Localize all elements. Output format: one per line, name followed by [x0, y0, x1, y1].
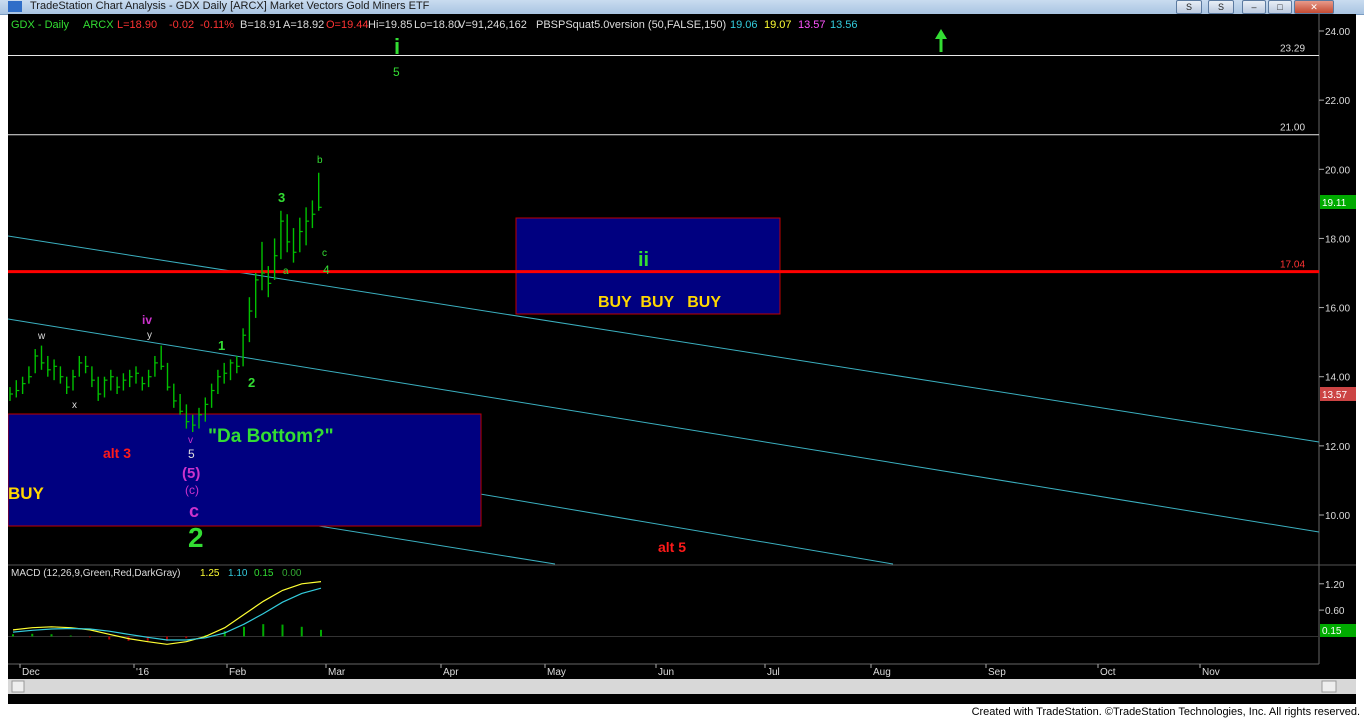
macd-axis-tick-label: 1.20	[1325, 580, 1345, 591]
macd-line	[12, 581, 322, 645]
scroll-right-button[interactable]	[1321, 680, 1337, 693]
study-value-2: 19.07	[764, 19, 792, 31]
wave-label-ii: ii	[638, 249, 649, 271]
change-percent: -0.11%	[200, 19, 234, 31]
price-axis-tick-label: 20.00	[1325, 165, 1350, 176]
price-axis-tick-label: 12.00	[1325, 442, 1350, 453]
window-titlebar: TradeStation Chart Analysis - GDX Daily …	[0, 0, 1364, 15]
buy-buy-buy-annotation: BUY BUY BUY	[598, 294, 721, 311]
time-axis-tick-label: Jul	[767, 667, 780, 678]
symbol-label: GDX - Daily	[11, 19, 70, 31]
wave-label-c-small: c	[322, 248, 327, 259]
price-axis-tick-label: 10.00	[1325, 511, 1350, 522]
price-axis-tick-label: 24.00	[1325, 27, 1350, 38]
study-value-3: 13.57	[798, 19, 826, 31]
buy-annotation-left: BUY	[8, 484, 45, 503]
time-axis-tick-label: Aug	[873, 667, 891, 678]
change-value: -0.02	[169, 19, 194, 31]
minimize-button[interactable]: –	[1242, 0, 1266, 14]
volume-value: V=91,246,162	[458, 19, 527, 31]
macd-value-4: 0.00	[282, 568, 302, 579]
time-axis-tick-label: Oct	[1100, 667, 1116, 678]
last-price-tag-text: 19.11	[1322, 198, 1347, 209]
time-axis-tick-label: Jun	[658, 667, 674, 678]
macd-plot	[8, 581, 1319, 645]
wave-label-5-low: 5	[188, 447, 195, 461]
time-axis-tick-label: Sep	[988, 667, 1006, 678]
study-value-4: 13.56	[830, 19, 858, 31]
wave-label-alt3: alt 3	[103, 445, 131, 461]
study-price-tag-text: 13.57	[1322, 390, 1347, 401]
time-axis-tick-label: Apr	[443, 667, 459, 678]
macd-price-tag: 0.15	[1320, 624, 1356, 637]
wave-label-3: 3	[278, 190, 285, 205]
up-arrow-icon	[935, 29, 947, 52]
level-line-label: 21.00	[1280, 123, 1305, 134]
bid-value: B=18.91	[240, 19, 281, 31]
level-line-label: 23.29	[1280, 44, 1305, 55]
settings-button[interactable]: S	[1208, 0, 1234, 14]
price-axis-tick-label: 22.00	[1325, 96, 1350, 107]
wave-label-x: x	[72, 400, 77, 411]
wave-label-2-small: 2	[248, 375, 255, 390]
wave-label-w: w	[37, 331, 46, 342]
time-axis[interactable]: Dec '16 Feb Mar Apr May Jun Jul Aug Sep Oct Nov	[19, 664, 1220, 678]
window-title: TradeStation Chart Analysis - GDX Daily …	[30, 0, 430, 12]
time-axis-tick-label: Feb	[229, 667, 247, 678]
wave-label-4: 4	[323, 263, 330, 277]
app-icon	[8, 1, 22, 12]
last-price-tag: 19.11	[1320, 195, 1356, 209]
wave-label-alt5: alt 5	[658, 539, 686, 555]
study-label: PBSPSquat5.0version (50,FALSE,150)	[536, 19, 726, 31]
price-axis-tick-label: 18.00	[1325, 234, 1350, 245]
wave-label-v: v	[188, 435, 193, 446]
wave-label-i: i	[394, 34, 400, 59]
scroll-left-button[interactable]	[11, 680, 25, 693]
time-axis-tick-label: Nov	[1202, 667, 1220, 678]
ask-value: A=18.92	[283, 19, 324, 31]
da-bottom-annotation: "Da Bottom?"	[208, 426, 334, 447]
study-price-tag: 13.57	[1320, 387, 1356, 401]
wave-label-a: a	[283, 266, 289, 277]
time-axis-tick-label: May	[547, 667, 566, 678]
price-bars	[9, 172, 322, 433]
wave-label-2-large: 2	[188, 522, 204, 553]
maximize-button[interactable]: □	[1268, 0, 1292, 14]
macd-label: MACD (12,26,9,Green,Red,DarkGray)	[11, 568, 181, 579]
time-axis-tick-label: Dec	[22, 667, 40, 678]
copyright-footer: Created with TradeStation. ©TradeStation…	[971, 706, 1360, 718]
macd-value-1: 1.25	[200, 568, 220, 579]
macd-price-tag-text: 0.15	[1322, 626, 1342, 637]
price-axis-tick-label: 16.00	[1325, 304, 1350, 315]
wave-label-5-top: 5	[393, 65, 400, 79]
level-line-label: 17.04	[1280, 260, 1305, 271]
price-axis-tick-label: 14.00	[1325, 373, 1350, 384]
wave-label-c-large: c	[189, 501, 199, 521]
open-value: O=19.44	[326, 19, 369, 31]
study-value-1: 19.06	[730, 19, 758, 31]
wave-label-c-paren: (c)	[185, 483, 199, 497]
exchange-label: ARCX	[83, 19, 114, 31]
close-button[interactable]: ✕	[1294, 0, 1334, 14]
time-axis-tick-label: Mar	[328, 667, 346, 678]
price-axis[interactable]	[1319, 14, 1356, 664]
wave-label-iv: iv	[142, 313, 152, 327]
high-value: Hi=19.85	[368, 19, 412, 31]
macd-value-3: 0.15	[254, 568, 274, 579]
macd-value-2: 1.10	[228, 568, 248, 579]
macd-axis-tick-label: 0.60	[1325, 606, 1345, 617]
low-value: Lo=18.80	[414, 19, 460, 31]
chart-frame: GDX - Daily ARCX L=18.90 -0.02 -0.11% B=…	[7, 14, 1356, 704]
wave-label-y: y	[147, 330, 152, 341]
wave-label-b: b	[317, 155, 323, 166]
time-axis-tick-label: '16	[136, 667, 149, 678]
macd-signal-line	[12, 587, 322, 641]
last-price: L=18.90	[117, 19, 157, 31]
wave-label-1: 1	[218, 338, 225, 353]
symbol-menu-button[interactable]: S	[1176, 0, 1202, 14]
horizontal-scrollbar[interactable]	[8, 679, 1356, 694]
chart-svg[interactable]: GDX - Daily ARCX L=18.90 -0.02 -0.11% B=…	[7, 14, 1356, 704]
wave-label-5-paren: (5)	[182, 465, 200, 482]
